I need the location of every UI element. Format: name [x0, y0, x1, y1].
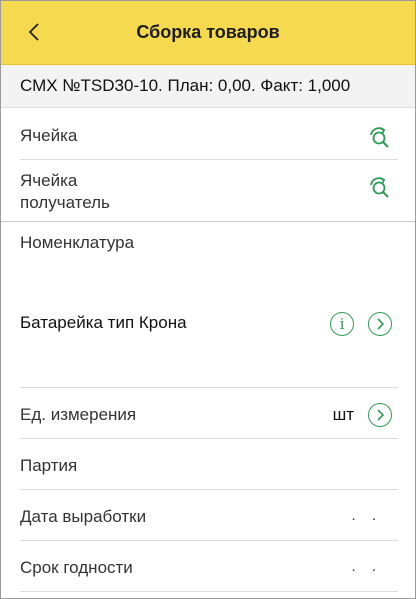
chevron-right-icon: [377, 318, 385, 330]
cell-label: Ячейка: [20, 126, 78, 145]
production-date-field[interactable]: Дата выработки . .: [20, 505, 398, 531]
production-date-label: Дата выработки: [20, 507, 147, 526]
cell-field[interactable]: Ячейка: [20, 124, 398, 150]
app-header: Сборка товаров: [1, 1, 415, 65]
nomenclature-label: Номенклатура: [20, 233, 135, 252]
nomenclature-field[interactable]: Номенклатура Батарейка тип Крона i: [20, 233, 398, 383]
refresh-search-icon[interactable]: [366, 124, 392, 150]
recipient-cell-label-line2: получатель: [20, 193, 110, 212]
chevron-right-button[interactable]: [368, 403, 392, 427]
document-info-text: СМХ №TSD30-10. План: 0,00. Факт: 1,000: [20, 76, 351, 95]
section-divider: [1, 221, 415, 222]
expiry-date-value: . .: [351, 558, 382, 575]
refresh-search-icon[interactable]: [366, 174, 392, 200]
production-date-value: . .: [351, 507, 382, 524]
divider: [20, 438, 398, 439]
batch-label: Партия: [20, 456, 78, 475]
divider: [20, 540, 398, 541]
divider: [20, 159, 398, 160]
divider: [20, 489, 398, 490]
divider: [20, 387, 398, 388]
divider: [20, 591, 398, 592]
batch-field[interactable]: Партия: [20, 454, 398, 480]
document-info-bar: СМХ №TSD30-10. План: 0,00. Факт: 1,000: [1, 65, 415, 108]
chevron-left-icon: [28, 23, 39, 41]
expiry-date-label: Срок годности: [20, 558, 133, 577]
back-button[interactable]: [19, 17, 49, 47]
recipient-cell-label-line1: Ячейка: [20, 171, 78, 190]
recipient-cell-label: Ячейка получатель: [20, 170, 110, 214]
chevron-right-icon: [377, 409, 385, 421]
unit-field[interactable]: Ед. измерения шт: [20, 401, 398, 431]
unit-value: шт: [332, 405, 354, 424]
unit-label: Ед. измерения: [20, 405, 137, 424]
nomenclature-value: Батарейка тип Крона: [20, 313, 187, 332]
chevron-right-button[interactable]: [368, 312, 392, 336]
expiry-date-field[interactable]: Срок годности . .: [20, 556, 398, 582]
page-title: Сборка товаров: [136, 22, 280, 42]
info-icon[interactable]: i: [330, 312, 354, 336]
recipient-cell-field[interactable]: Ячейка получатель: [20, 170, 398, 214]
screen-frame: Сборка товаров СМХ №TSD30-10. План: 0,00…: [0, 0, 416, 599]
